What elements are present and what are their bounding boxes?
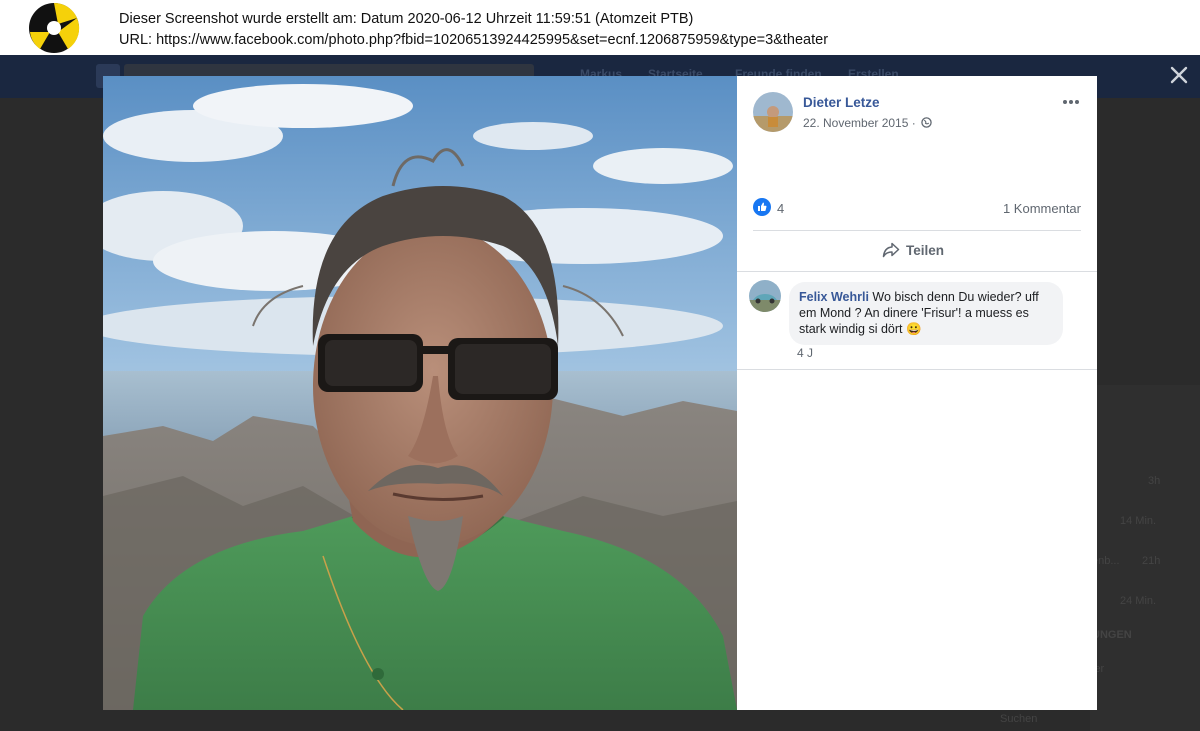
commenter-name-link[interactable]: Felix Wehrli: [799, 290, 869, 304]
share-arrow-icon: [882, 242, 900, 258]
capture-url: URL: https://www.facebook.com/photo.php?…: [119, 32, 829, 48]
close-icon[interactable]: [1168, 64, 1190, 86]
capture-timestamp: Dieser Screenshot wurde erstellt am: Dat…: [119, 11, 694, 27]
capture-header: Dieser Screenshot wurde erstellt am: Dat…: [0, 0, 1200, 55]
post-sidebar: Dieter Letze 22. November 2015 · 4 1 Kom…: [737, 76, 1097, 710]
photo-viewer: Dieter Letze 22. November 2015 · 4 1 Kom…: [103, 76, 1097, 710]
like-count: 4: [777, 201, 785, 216]
like-reaction-icon: [753, 198, 771, 216]
post-date[interactable]: 22. November 2015 ·: [803, 116, 932, 130]
author-name-link[interactable]: Dieter Letze: [803, 95, 880, 110]
camera-shutter-logo-icon: [29, 2, 80, 53]
chat-sidebar: 3h 14 Min. enb... 21h 24 Min. UNGEN ler: [1090, 385, 1200, 731]
divider: [737, 271, 1097, 272]
divider: [737, 369, 1097, 370]
chat-search[interactable]: Suchen: [1000, 713, 1037, 725]
post-photo[interactable]: [103, 76, 737, 710]
commenter-avatar[interactable]: [749, 280, 781, 312]
post-date-text: 22. November 2015 ·: [803, 116, 916, 130]
share-label: Teilen: [906, 243, 945, 258]
commenter-avatar-image: [749, 280, 781, 312]
comment-timestamp[interactable]: 4 J: [797, 346, 813, 360]
ghost-text: UNGEN: [1092, 629, 1132, 641]
comment-count-link[interactable]: 1 Kommentar: [1003, 201, 1081, 216]
ghost-time: 21h: [1142, 555, 1161, 567]
ghost-time: 14 Min.: [1120, 515, 1157, 527]
author-avatar[interactable]: [753, 92, 793, 132]
photo-image: [103, 76, 737, 710]
author-avatar-image: [753, 92, 793, 132]
divider: [753, 230, 1081, 231]
more-options-icon[interactable]: [1059, 96, 1083, 108]
comment-bubble: Felix Wehrli Wo bisch denn Du wieder? uf…: [789, 282, 1063, 345]
ghost-time: 24 Min.: [1120, 595, 1157, 607]
ghost-time: 3h: [1148, 475, 1161, 487]
globe-icon: [921, 117, 932, 128]
